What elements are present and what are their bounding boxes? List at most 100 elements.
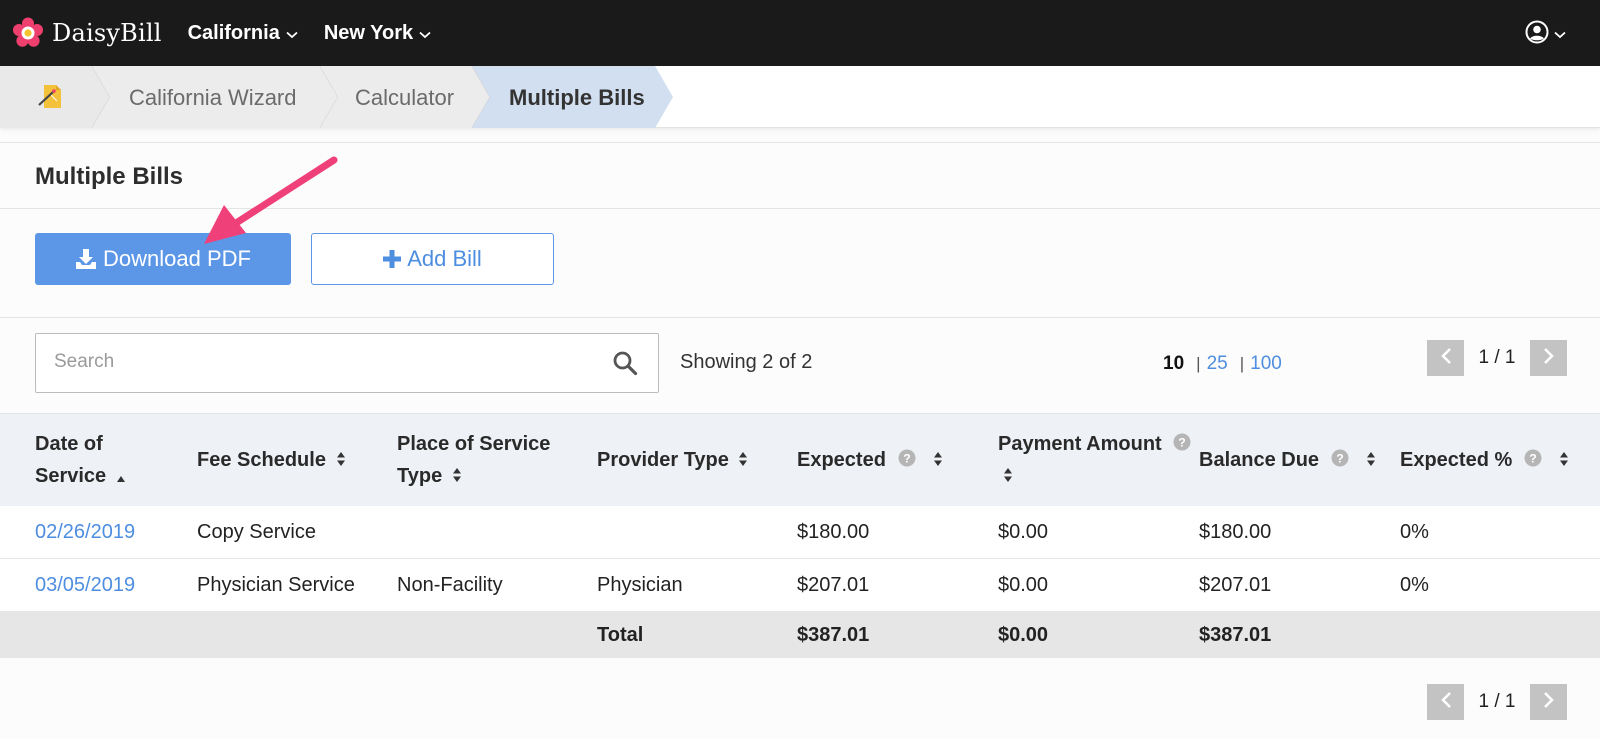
svg-text:?: ? (903, 451, 910, 465)
add-bill-button[interactable]: Add Bill (311, 233, 554, 285)
svg-text:?: ? (1336, 451, 1343, 465)
breadcrumb: California Wizard Calculator Multiple Bi… (0, 66, 1600, 128)
user-avatar-icon (1525, 20, 1549, 49)
sort-icon (336, 445, 346, 477)
separator: | (1196, 354, 1201, 373)
help-icon[interactable]: ? (1331, 445, 1349, 477)
page-size-100[interactable]: 100 (1250, 353, 1282, 375)
nav-new-york-dropdown[interactable]: New York (324, 22, 431, 45)
column-header-expected[interactable]: Expected ? (797, 444, 943, 477)
total-label: Total (597, 624, 644, 646)
page-size-10: 10 (1163, 353, 1185, 374)
fee-schedule-cell: Physician Service (197, 574, 355, 596)
page-indicator: 1 / 1 (1478, 691, 1516, 712)
prev-page-button[interactable] (1427, 340, 1464, 376)
column-header-fee-schedule[interactable]: Fee Schedule (197, 444, 346, 477)
place-of-service-cell: Non-Facility (397, 574, 503, 596)
page-indicator: 1 / 1 (1478, 347, 1516, 368)
sort-icon (1559, 445, 1569, 477)
column-header-label: Date of Service (35, 433, 107, 487)
date-of-service-link[interactable]: 03/05/2019 (35, 574, 135, 597)
expected-percent-cell: 0% (1400, 521, 1429, 543)
expected-cell: $180.00 (797, 521, 870, 543)
top-nav: DaisyBill California New York (0, 0, 1600, 66)
nav-california-dropdown[interactable]: California (188, 22, 298, 45)
column-header-label: Payment Amount (998, 433, 1162, 455)
fee-schedule-cell: Copy Service (197, 521, 316, 543)
balance-due-cell: $207.01 (1199, 574, 1272, 596)
breadcrumb-item-multiple-bills: Multiple Bills (509, 85, 645, 110)
help-icon[interactable]: ? (1173, 429, 1191, 461)
user-menu[interactable] (1525, 20, 1566, 49)
results-count: Showing 2 of 2 (680, 351, 813, 373)
table-header: Date of Service Fee Schedule Place of Se… (0, 413, 1600, 506)
help-icon[interactable]: ? (1524, 445, 1542, 477)
search-input[interactable] (36, 334, 576, 390)
page-title: Multiple Bills (35, 163, 184, 190)
column-header-date-of-service[interactable]: Date of Service (35, 428, 165, 493)
sort-icon (452, 461, 462, 493)
column-header-label: Fee Schedule (197, 449, 326, 471)
expected-percent-cell: 0% (1400, 574, 1429, 596)
separator: | (1239, 354, 1245, 373)
chevron-right-icon (1543, 347, 1555, 370)
logo[interactable]: DaisyBill (12, 17, 162, 49)
total-expected: $387.01 (797, 624, 870, 646)
sort-icon (1366, 445, 1376, 477)
table-row: 03/05/2019 Physician Service Non-Facilit… (0, 559, 1600, 612)
breadcrumb-item-california-wizard[interactable]: California Wizard (129, 85, 297, 111)
divider (0, 208, 1600, 209)
next-page-button[interactable] (1530, 340, 1567, 376)
table-total-row: Total $387.01 $0.00 $387.01 (0, 612, 1600, 658)
download-pdf-button[interactable]: Download PDF (35, 233, 291, 285)
chevron-left-icon (1440, 691, 1452, 714)
chevron-down-icon (419, 22, 431, 45)
plus-icon (383, 250, 402, 268)
total-balance-due: $387.01 (1199, 624, 1272, 646)
breadcrumb-item-calculator[interactable]: Calculator (355, 85, 454, 111)
payment-amount-cell: $0.00 (998, 521, 1049, 543)
help-icon[interactable]: ? (898, 445, 916, 477)
sort-asc-icon (116, 461, 126, 493)
sort-icon (1003, 461, 1013, 493)
nav-california-label: California (187, 21, 280, 44)
date-of-service-link[interactable]: 02/26/2019 (35, 521, 135, 544)
total-payment-amount: $0.00 (998, 624, 1049, 646)
table-row: 02/26/2019 Copy Service $180.00 $0.00 $1… (0, 506, 1600, 559)
daisy-logo-icon (12, 17, 44, 49)
pagination-bottom: 1 / 1 (1427, 684, 1567, 720)
chevron-right-icon (1543, 691, 1555, 714)
main-card: Multiple Bills Download PDF Add Bill Sho… (0, 142, 1600, 739)
next-page-button[interactable] (1530, 684, 1567, 720)
svg-text:?: ? (1529, 451, 1536, 465)
payment-amount-cell: $0.00 (998, 574, 1049, 596)
search-box (35, 333, 659, 393)
pagination-top: 1 / 1 (1427, 340, 1567, 376)
page-size-25[interactable]: 25 (1207, 353, 1228, 375)
provider-type-cell: Physician (597, 574, 683, 596)
nav-new-york-label: New York (323, 21, 414, 44)
add-bill-label: Add Bill (407, 246, 482, 271)
column-header-place-of-service-type[interactable]: Place of Service Type (397, 428, 567, 493)
expected-cell: $207.01 (797, 574, 870, 596)
chevron-down-icon (1554, 26, 1566, 44)
chevron-down-icon (286, 22, 298, 45)
logo-text: DaisyBill (52, 19, 162, 47)
sort-icon (738, 445, 748, 477)
column-header-label: Balance Due (1199, 449, 1320, 471)
column-header-balance-due[interactable]: Balance Due ? (1199, 444, 1376, 477)
chevron-left-icon (1440, 347, 1452, 370)
column-header-label: Place of Service Type (397, 433, 551, 487)
column-header-label: Provider Type (597, 449, 729, 471)
page-size-selector: 10 | 25 | 100 (1163, 353, 1282, 375)
prev-page-button[interactable] (1427, 684, 1464, 720)
sort-icon (933, 445, 943, 477)
column-header-label: Expected (797, 449, 886, 471)
search-icon[interactable] (612, 350, 638, 381)
column-header-provider-type[interactable]: Provider Type (597, 444, 748, 477)
column-header-expected-percent[interactable]: Expected % ? (1400, 444, 1569, 477)
bills-table: Date of Service Fee Schedule Place of Se… (0, 413, 1600, 658)
column-header-payment-amount[interactable]: Payment Amount ? (998, 428, 1198, 493)
svg-text:?: ? (1179, 435, 1186, 449)
download-pdf-label: Download PDF (103, 246, 251, 271)
